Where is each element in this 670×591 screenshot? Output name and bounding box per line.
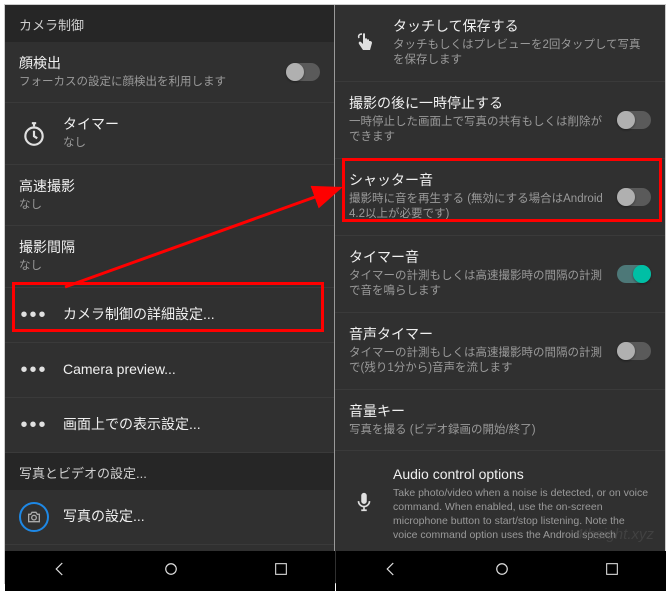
screen-display-row[interactable]: ••• 画面上での表示設定... (5, 398, 334, 453)
back-icon[interactable] (382, 560, 400, 583)
recents-icon[interactable] (604, 561, 620, 582)
touch-icon (349, 28, 379, 58)
interval-sub: なし (19, 259, 320, 275)
burst-row[interactable]: 高速撮影 なし (5, 165, 334, 226)
burst-title: 高速撮影 (19, 177, 320, 196)
timer-sound-row[interactable]: タイマー音 タイマーの計測もしくは高速撮影時の間隔の計測で音を鳴らします (335, 236, 665, 313)
camera-preview-row[interactable]: ••• Camera preview... (5, 343, 334, 398)
stopwatch-icon (19, 119, 49, 149)
camera-preview-label: Camera preview... (63, 360, 320, 379)
burst-sub: なし (19, 198, 320, 214)
navbar-left (5, 551, 335, 591)
shutter-sound-row[interactable]: シャッター音 撮影時に音を再生する (無効にする場合はAndroid 4.2以上… (335, 159, 665, 236)
interval-title: 撮影間隔 (19, 238, 320, 257)
shutter-sound-sub: 撮影時に音を再生する (無効にする場合はAndroid 4.2以上が必要です) (349, 192, 611, 223)
volume-key-title: 音量キー (349, 402, 651, 421)
section-header-camera-control: カメラ制御 (5, 5, 334, 42)
timer-row[interactable]: タイマー なし (5, 103, 334, 164)
camera-icon (19, 502, 49, 532)
navbar-right (336, 551, 666, 591)
timer-title: タイマー (63, 115, 320, 134)
camera-control-more-row[interactable]: ••• カメラ制御の詳細設定... (5, 288, 334, 343)
camera-control-more-label: カメラ制御の詳細設定... (63, 305, 320, 324)
voice-timer-toggle[interactable] (617, 342, 651, 360)
pause-after-title: 撮影の後に一時停止する (349, 94, 611, 113)
shutter-sound-title: シャッター音 (349, 171, 611, 190)
recents-icon[interactable] (273, 561, 289, 582)
pause-after-row[interactable]: 撮影の後に一時停止する 一時停止した画面上で写真の共有もしくは削除ができます (335, 82, 665, 159)
more-icon: ••• (19, 410, 49, 440)
volume-key-row[interactable]: 音量キー 写真を撮る (ビデオ録画の開始/終了) (335, 390, 665, 451)
pause-after-sub: 一時停止した画面上で写真の共有もしくは削除ができます (349, 115, 611, 146)
face-detection-title: 顔検出 (19, 54, 280, 73)
voice-timer-sub: タイマーの計測もしくは高速撮影時の間隔の計測で(残り1分から)音声を流します (349, 346, 611, 377)
pause-after-toggle[interactable] (617, 111, 651, 129)
voice-timer-row[interactable]: 音声タイマー タイマーの計測もしくは高速撮影時の間隔の計測で(残り1分から)音声… (335, 313, 665, 390)
touch-save-sub: タッチもしくはプレビューを2回タップして写真を保存します (393, 38, 651, 69)
section-header-photo-video: 写真とビデオの設定... (5, 453, 334, 490)
volume-key-sub: 写真を撮る (ビデオ録画の開始/終了) (349, 423, 651, 439)
photo-settings-label: 写真の設定... (63, 507, 320, 526)
photo-settings-row[interactable]: 写真の設定... (5, 490, 334, 545)
face-detection-sub: フォーカスの設定に顔検出を利用します (19, 75, 280, 91)
face-detection-toggle[interactable] (286, 63, 320, 81)
home-icon[interactable] (493, 560, 511, 583)
more-icon: ••• (19, 300, 49, 330)
right-panel: タッチして保存する タッチもしくはプレビューを2回タップして写真を保存します 撮… (335, 5, 665, 583)
timer-sound-toggle[interactable] (617, 265, 651, 283)
shutter-sound-toggle[interactable] (617, 188, 651, 206)
more-icon: ••• (19, 355, 49, 385)
face-detection-row[interactable]: 顔検出 フォーカスの設定に顔検出を利用します (5, 42, 334, 103)
home-icon[interactable] (162, 560, 180, 583)
timer-sub: なし (63, 136, 320, 152)
microphone-icon (349, 487, 379, 517)
timer-sound-title: タイマー音 (349, 248, 611, 267)
watermark: 4thsight.xyz (575, 526, 654, 543)
voice-timer-title: 音声タイマー (349, 325, 611, 344)
interval-row[interactable]: 撮影間隔 なし (5, 226, 334, 287)
left-panel: カメラ制御 顔検出 フォーカスの設定に顔検出を利用します タイマー なし 高速撮… (5, 5, 335, 583)
screen-display-label: 画面上での表示設定... (63, 415, 320, 434)
back-icon[interactable] (51, 560, 69, 583)
audio-control-title: Audio control options (393, 465, 651, 484)
touch-save-title: タッチして保存する (393, 17, 651, 36)
timer-sound-sub: タイマーの計測もしくは高速撮影時の間隔の計測で音を鳴らします (349, 269, 611, 300)
touch-save-row[interactable]: タッチして保存する タッチもしくはプレビューを2回タップして写真を保存します (335, 5, 665, 82)
